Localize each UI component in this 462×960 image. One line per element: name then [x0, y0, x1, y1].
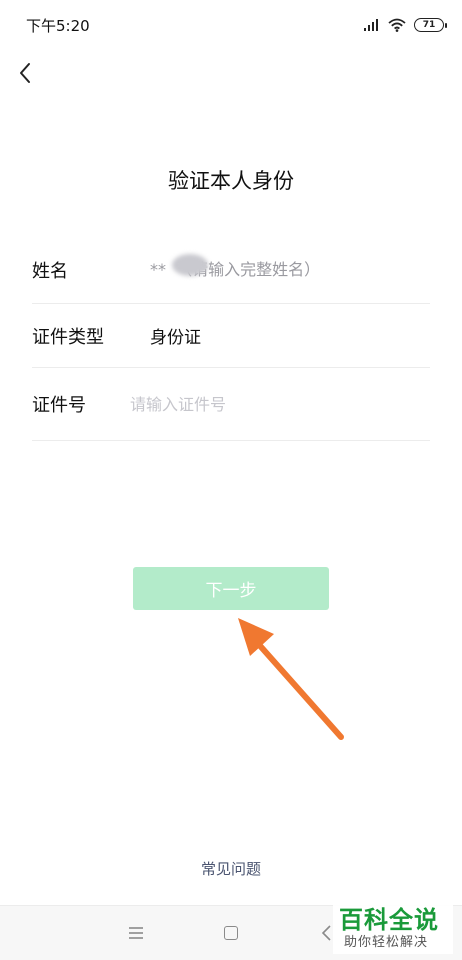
home-icon[interactable] [224, 926, 238, 940]
watermark-tagline: 助你轻松解决 [344, 935, 429, 950]
watermark-logo: 百科全说 助你轻松解决 [333, 898, 453, 954]
id-number-row: 证件号 [32, 368, 430, 441]
redaction-smudge [172, 254, 208, 276]
id-type-label: 证件类型 [32, 326, 104, 348]
annotation-arrow-icon [238, 618, 344, 740]
signal-icon [364, 19, 380, 31]
status-bar: 下午5:20 71 [0, 0, 462, 50]
nav-back-icon[interactable] [320, 924, 332, 942]
battery-icon: 71 [414, 18, 447, 32]
id-type-value: 身份证 [150, 328, 201, 348]
status-time: 下午5:20 [26, 17, 90, 35]
id-number-input[interactable] [130, 394, 390, 414]
status-icons: 71 [364, 15, 447, 35]
back-button[interactable] [10, 58, 40, 88]
menu-icon[interactable] [129, 927, 143, 939]
name-label: 姓名 [32, 260, 68, 282]
wifi-icon [388, 18, 406, 32]
faq-link[interactable]: 常见问题 [0, 858, 462, 879]
identity-form: 姓名 证件类型 身份证 证件号 [32, 236, 430, 441]
chevron-left-icon [20, 63, 30, 83]
watermark-brand: 百科全说 [339, 906, 439, 934]
page-title: 验证本人身份 [168, 169, 294, 193]
id-type-row[interactable]: 证件类型 身份证 [32, 304, 430, 368]
name-row: 姓名 [32, 236, 430, 304]
next-button[interactable]: 下一步 [133, 567, 329, 610]
